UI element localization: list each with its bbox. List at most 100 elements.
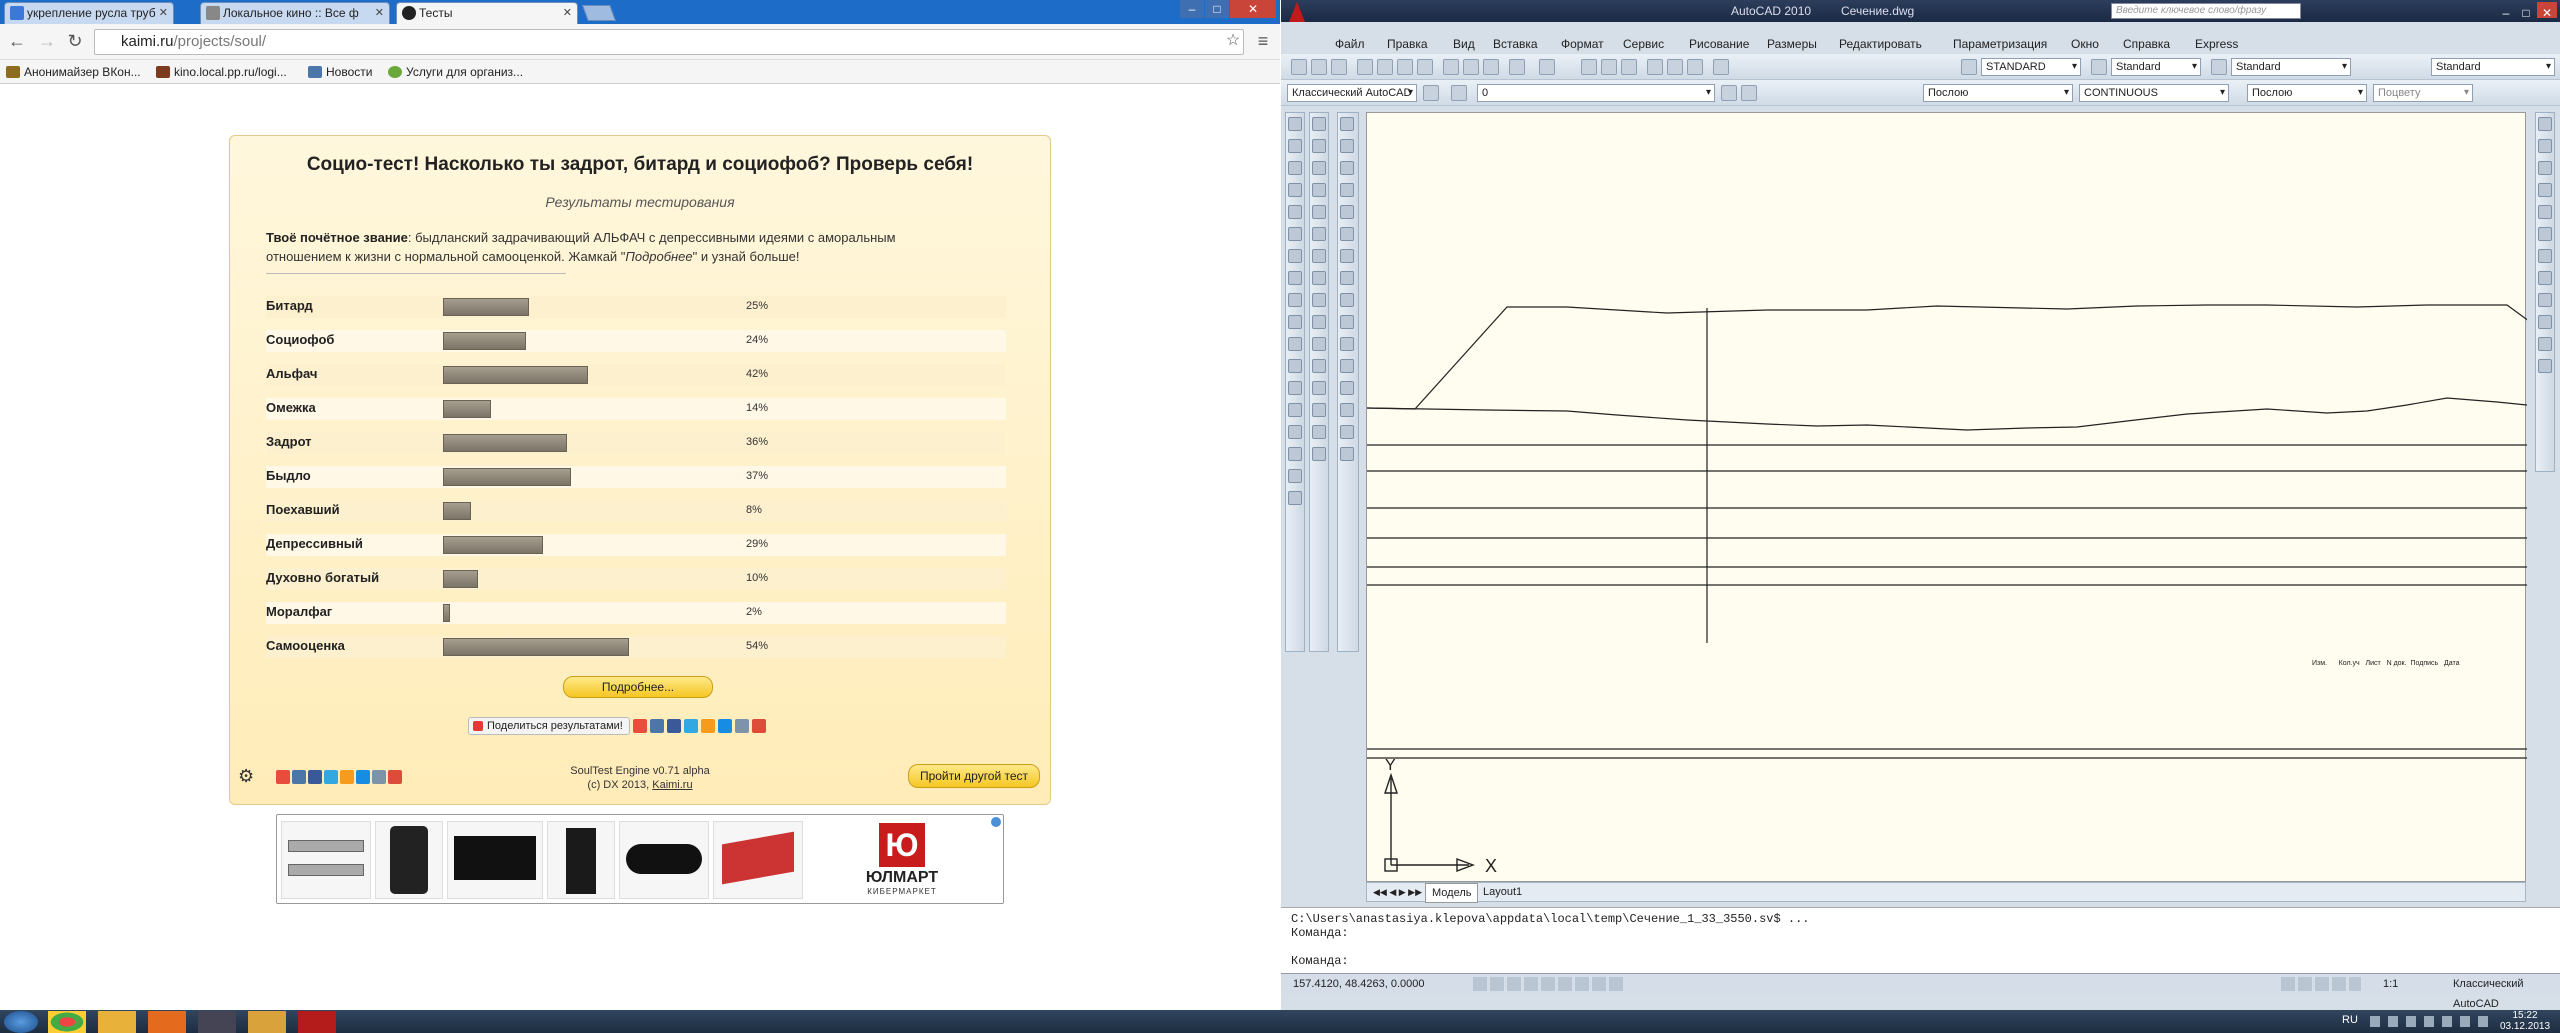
center-mark-icon[interactable] (1312, 381, 1326, 395)
match-icon[interactable] (1312, 447, 1326, 461)
copy-icon[interactable] (1463, 59, 1479, 75)
menu-help[interactable]: Справка (2123, 34, 2170, 54)
menu-edit[interactable]: Правка (1387, 34, 1428, 54)
menu-modify[interactable]: Редактировать (1839, 34, 1922, 54)
search-input[interactable]: Введите ключевое слово/фразу (2111, 3, 2301, 19)
quick-dim-icon[interactable] (1312, 293, 1326, 307)
close-icon[interactable]: ✕ (375, 3, 384, 23)
tool-icon[interactable] (2538, 293, 2552, 307)
layer-select[interactable]: 0 (1477, 84, 1715, 102)
minimize-button[interactable]: – (2497, 2, 2515, 20)
tool-icon[interactable] (2538, 161, 2552, 175)
dim-ordinate-icon[interactable] (1312, 183, 1326, 197)
design-center-icon[interactable] (1667, 59, 1683, 75)
save-icon[interactable] (1331, 59, 1347, 75)
new-tab-button[interactable] (582, 5, 616, 21)
dim-angular-icon[interactable] (1312, 271, 1326, 285)
tray-icons[interactable] (2370, 1016, 2490, 1027)
mtext-icon[interactable] (1288, 491, 1302, 505)
erase-icon[interactable] (1340, 117, 1354, 131)
linetype-select[interactable]: CONTINUOUS (2079, 84, 2229, 102)
layer-properties-icon[interactable] (1451, 85, 1467, 101)
cut-icon[interactable] (1443, 59, 1459, 75)
gear-icon[interactable] (1423, 85, 1439, 101)
spline-icon[interactable] (1288, 293, 1302, 307)
polyline-icon[interactable] (1288, 161, 1302, 175)
annotation-scale[interactable]: 1:1 (2383, 974, 2398, 994)
revcloud-icon[interactable] (1288, 271, 1302, 285)
drawing-canvas[interactable]: Y X (1366, 112, 2560, 882)
table-icon[interactable] (1288, 469, 1302, 483)
break-icon[interactable] (1340, 359, 1354, 373)
fillet-icon[interactable] (1340, 425, 1354, 439)
nav-toggles[interactable] (2281, 977, 2361, 991)
tool-icon[interactable] (2538, 271, 2552, 285)
outlook-icon[interactable] (248, 1011, 286, 1033)
text-style-select[interactable]: STANDARD (1981, 58, 2081, 76)
table-style-icon[interactable] (2211, 59, 2227, 75)
plot-icon[interactable] (1417, 59, 1433, 75)
mirror-icon[interactable] (1340, 161, 1354, 175)
close-window-button[interactable]: ✕ (1230, 0, 1276, 18)
chrome-icon[interactable] (48, 1011, 86, 1033)
color-select[interactable]: Послою (1923, 84, 2073, 102)
tab-model[interactable]: Модель (1425, 883, 1479, 903)
dim-jogged-icon[interactable] (1312, 227, 1326, 241)
tab-1[interactable]: укрепление русла труб ✕ (4, 2, 174, 24)
trim-icon[interactable] (1340, 315, 1354, 329)
tab-2[interactable]: Локальное кино :: Все ф ✕ (200, 2, 390, 24)
baseline-icon[interactable] (1312, 315, 1326, 329)
menu-express[interactable]: Express (2195, 34, 2238, 54)
print-icon[interactable] (1357, 59, 1373, 75)
preview-icon[interactable] (1377, 59, 1393, 75)
arc-icon[interactable] (1288, 227, 1302, 241)
tool-icon[interactable] (2538, 359, 2552, 373)
close-icon[interactable]: ✕ (159, 3, 168, 23)
app-icon[interactable] (198, 1011, 236, 1033)
language-indicator[interactable]: RU (2342, 1014, 2358, 1026)
menu-window[interactable]: Окно (2071, 34, 2099, 54)
zoom-icon[interactable] (1601, 59, 1617, 75)
hatch-icon[interactable] (1288, 403, 1302, 417)
publish-icon[interactable] (1397, 59, 1413, 75)
tool-icon[interactable] (2538, 183, 2552, 197)
make-current-icon[interactable] (1721, 85, 1737, 101)
dim-arc-icon[interactable] (1312, 161, 1326, 175)
vk-icon[interactable] (649, 719, 664, 733)
cmd-prompt[interactable]: Команда: (1291, 954, 2550, 968)
kaimi-link[interactable]: Kaimi.ru (652, 779, 692, 791)
dim-linear-icon[interactable] (1312, 117, 1326, 131)
xline-icon[interactable] (1288, 139, 1302, 153)
bookmark-item[interactable]: Новости (308, 63, 372, 81)
minimize-button[interactable]: – (1180, 0, 1204, 18)
text-icon[interactable] (1312, 403, 1326, 417)
tab-layout1[interactable]: Layout1 (1477, 883, 1528, 901)
rotate-icon[interactable] (1340, 249, 1354, 263)
scale-icon[interactable] (1340, 271, 1354, 285)
close-window-button[interactable]: ✕ (2537, 2, 2557, 20)
copy-object-icon[interactable] (1340, 139, 1354, 153)
media-player-icon[interactable] (148, 1011, 186, 1033)
polygon-icon[interactable] (1288, 183, 1302, 197)
maximize-button[interactable]: □ (2517, 2, 2535, 20)
ad-banner[interactable]: Ю ЮЛМАРТ КИБЕРМАРКЕТ (276, 814, 1004, 904)
start-button[interactable] (4, 1011, 38, 1033)
mail-icon[interactable] (717, 719, 732, 733)
array-icon[interactable] (1340, 205, 1354, 219)
dim-aligned-icon[interactable] (1312, 139, 1326, 153)
redo-icon[interactable] (1539, 59, 1555, 75)
livejournal-icon[interactable] (734, 719, 749, 733)
gradient-icon[interactable] (1288, 425, 1302, 439)
menu-parametric[interactable]: Параметризация (1953, 34, 2047, 54)
reload-icon[interactable]: ↻ (64, 30, 86, 52)
another-test-button[interactable]: Пройти другой тест (908, 764, 1040, 788)
properties-icon[interactable] (1647, 59, 1663, 75)
menu-insert[interactable]: Вставка (1493, 34, 1538, 54)
bookmark-item[interactable]: Анонимайзер ВКон... (6, 63, 141, 81)
dim-radius-icon[interactable] (1312, 205, 1326, 219)
region-icon[interactable] (1288, 447, 1302, 461)
tool-icon[interactable] (2538, 117, 2552, 131)
zoom-window-icon[interactable] (1621, 59, 1637, 75)
point-icon[interactable] (1288, 381, 1302, 395)
explorer-icon[interactable] (98, 1011, 136, 1033)
